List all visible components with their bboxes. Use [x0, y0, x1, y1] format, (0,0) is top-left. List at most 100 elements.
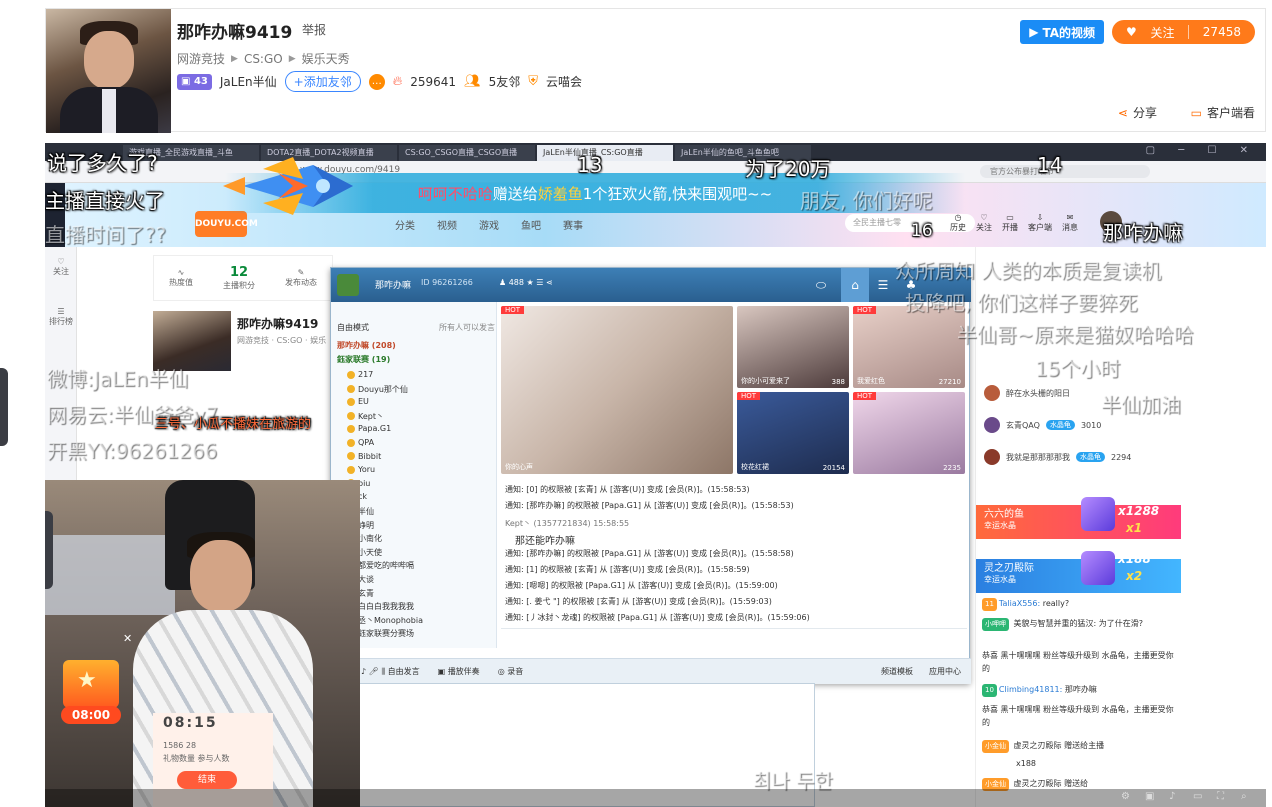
level-badge: ▣ 43: [177, 73, 212, 90]
add-friend-button[interactable]: +添加友邻: [284, 71, 361, 92]
captured-menu-item: 分类: [395, 221, 415, 232]
chat-text: x188: [1016, 759, 1037, 768]
shield-icon: ⛨: [528, 74, 538, 89]
share-button[interactable]: ⋖ 分享: [1118, 104, 1157, 121]
yy-titlebar: 那咋办嘛 ID 96261266 ♟ 488 ★ ☰ ⋖ ⬭ ⌂ ☰ ♣: [331, 268, 971, 302]
home-icon: ⌂: [841, 268, 869, 302]
yy-member-row: Douyu那个仙: [347, 384, 408, 395]
thumb-count: 2235: [943, 464, 961, 472]
danmaku: 微博:JaLEn半仙: [47, 367, 189, 391]
theater-icon[interactable]: ▭: [1193, 791, 1202, 802]
yy-message-log: 通知: [0] 的权限被 [玄青] 从 [游客(U)] 变成 [会员(R)]。(…: [501, 478, 967, 623]
chat-message: 恭喜 黑十嘿嘿嘿 粉丝等级升级到 水晶龟，主播更受你的: [982, 703, 1178, 729]
captured-nav-icons: ◷ 历史 ♡ 关注 ▭ 开播 ⇩ 客户端 ✉ 消息: [950, 213, 1078, 233]
ta-video-button[interactable]: ▶ TA的视频: [1020, 20, 1104, 44]
streamer-meta-row: ▣ 43 JaLEn半仙 +添加友邻 … 🔥︎ 259641 👥︎ 5友邻 ⛨ …: [177, 71, 582, 92]
member-name: 半仙: [358, 507, 374, 516]
member-name: 小南化: [358, 534, 382, 544]
message-label: 消息: [1062, 223, 1078, 232]
chat-user: Climbing41811:: [998, 685, 1063, 694]
rank-value: 2294: [1111, 452, 1132, 462]
rank-avatar: [984, 385, 1000, 401]
search-icon[interactable]: ⌕: [1241, 791, 1247, 802]
member-name: Kept丶: [358, 411, 384, 421]
chat-bubble-icon[interactable]: …: [368, 73, 385, 90]
rank-badge: 水晶龟: [1045, 420, 1075, 430]
chat-user: 恭喜: [982, 651, 998, 660]
yy-subchannel: 鈺家联赛 (19): [337, 354, 390, 365]
danmaku: 那咋办嘛: [1103, 221, 1183, 245]
settings-icon[interactable]: ⚙: [1121, 791, 1130, 802]
yy-member-row: Papa.G1: [347, 424, 391, 433]
yy-toolbar: ♪ 🎤︎ ⫼ 自由发言 ▣ 播放伴奏 ◎ 录音 频道模板 应用中心: [331, 658, 971, 684]
report-link[interactable]: 举报: [302, 21, 326, 38]
chat-message: 恭喜 黑十嘿嘿嘿 粉丝等级升级到 水晶龟，主播更受你的: [982, 649, 1178, 675]
star-icon: ★: [77, 668, 97, 693]
captured-yy-window: 那咋办嘛 ID 96261266 ♟ 488 ★ ☰ ⋖ ⬭ ⌂ ☰ ♣ 自由模…: [330, 267, 971, 684]
client-watch-button[interactable]: ▭ 客户端看: [1191, 104, 1255, 121]
captured-nav-menu: 分类 视频 游戏 鱼吧 赛事: [395, 217, 583, 232]
member-name: 峥明: [358, 520, 374, 530]
stat-label: 发布动态: [285, 278, 317, 287]
member-name: 都爱吃的哔哔嗝: [358, 561, 414, 571]
chat-text: 美貌与智慧并重的猛汉: 为了什在滑?: [1013, 619, 1144, 628]
streamer-avatar[interactable]: [46, 9, 171, 133]
breadcrumb-item-tag[interactable]: 娱乐天秀: [302, 50, 350, 67]
captured-timer: 08:15: [163, 715, 218, 731]
member-name: 白白白我我我我: [358, 602, 414, 612]
hot-badge: HOT: [501, 306, 525, 314]
yy-message: 通知: [0] 的权限被 [玄青] 从 [游客(U)] 变成 [会员(R)]。(…: [505, 485, 750, 494]
page-side-handle[interactable]: [0, 368, 8, 446]
avatar-tie: [102, 89, 116, 133]
danmaku-toggle-icon[interactable]: ▣: [1145, 791, 1154, 802]
list-icon: ☰: [877, 278, 889, 292]
danmaku: 主播直接火了: [45, 189, 165, 213]
chat-user: TaliaX556:: [998, 599, 1041, 608]
rank-value: 3010: [1080, 420, 1102, 430]
yy-message: 那还能咋办嘛: [515, 536, 575, 547]
chat-badge: 10: [982, 684, 997, 697]
yy-avatar: [337, 274, 359, 296]
gift-multiplier: x1: [1126, 521, 1143, 535]
volume-icon[interactable]: ♪: [1169, 791, 1175, 802]
yy-member-row: Kept丶: [347, 411, 384, 422]
side-label: 关注: [53, 267, 69, 276]
team-name[interactable]: 云喵会: [546, 73, 582, 90]
rocket-text-post: 1个狂欢火箭,快来围观吧~~: [582, 184, 773, 203]
avatar-face: [84, 31, 134, 89]
chat-message: 小金仙 虚灵之刃殿际 赠送给主播: [982, 739, 1178, 753]
close-icon[interactable]: ✕: [123, 633, 135, 645]
captured-stat: ∿ 热度值: [169, 268, 193, 287]
rank-badge: 水晶龟: [1076, 452, 1105, 462]
friends-count[interactable]: 5友邻: [489, 73, 521, 90]
follow-button[interactable]: ♥ 关注 27458: [1112, 20, 1255, 44]
breadcrumb-item-category[interactable]: 网游竞技: [177, 50, 225, 67]
gem-icon: [1081, 551, 1115, 585]
yy-tool-label: 播放伴奏: [447, 667, 480, 676]
danmaku: 半仙加油: [1101, 393, 1181, 417]
toggle-icon: ⬭: [815, 277, 827, 292]
member-role-icon: [347, 385, 355, 394]
chat-text: 黑十嘿嘿嘿 粉丝等级升级到 水晶龟，主播更受你的: [982, 705, 1174, 727]
side-drawer-handle[interactable]: [45, 511, 53, 589]
member-name: Douyu那个仙: [358, 384, 408, 394]
danmaku: 说了多久了?: [47, 151, 158, 175]
fullscreen-icon[interactable]: ⛶: [1217, 791, 1224, 802]
captured-menu-item: 视频: [437, 221, 457, 232]
gem-icon: [1081, 497, 1115, 531]
breadcrumb-item-game[interactable]: CS:GO: [244, 52, 283, 66]
captured-menu-item: 鱼吧: [521, 221, 541, 232]
treasure-box[interactable]: ★ 08:00: [53, 650, 129, 730]
yy-thumbnail: HOT 2235: [853, 392, 965, 474]
member-name: Bibbit: [358, 451, 382, 461]
danmaku: 开黑YY:96261266: [47, 439, 218, 463]
yy-subchannel-name: 鈺家联赛 (19): [337, 355, 391, 364]
heart-icon: ♥: [1126, 25, 1137, 39]
message-icon: ✉ 消息: [1062, 213, 1078, 232]
captured-tab: JaLEn半仙直播_CS:GO直播: [537, 145, 673, 161]
video-player[interactable]: 游戏直播_全民游戏直播_斗鱼 DOTA2直播_DOTA2视频直播 CS:GO_C…: [45, 143, 1266, 807]
captured-window-controls: ▢ ─ ☐ ✕: [1145, 145, 1258, 156]
history-label: 历史: [950, 223, 966, 232]
side-label: 排行榜: [49, 317, 73, 326]
yy-thumbnail: HOT 我爱红色 27210: [853, 306, 965, 388]
